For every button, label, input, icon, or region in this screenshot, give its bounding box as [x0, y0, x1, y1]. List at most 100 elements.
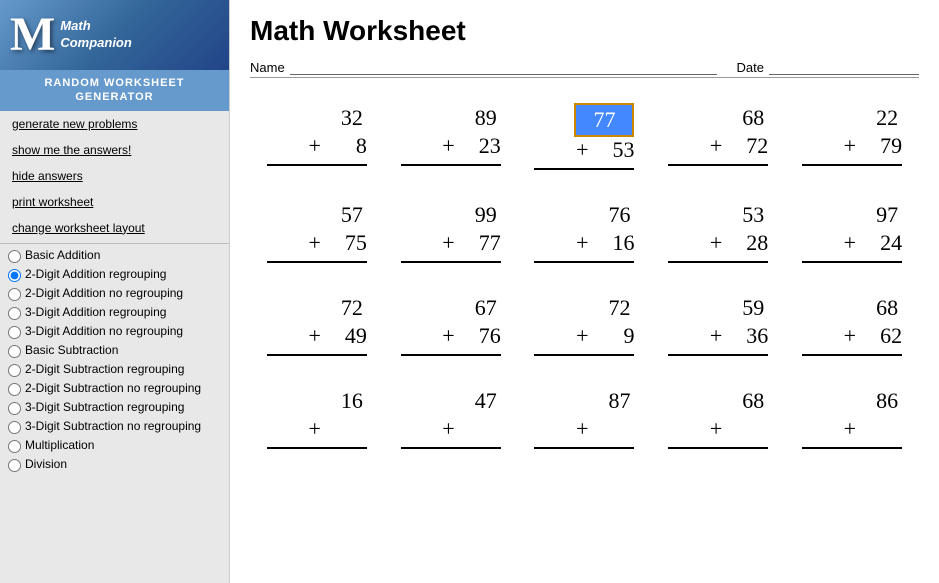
- problem-num: 79: [862, 133, 902, 159]
- op-sign: +: [844, 133, 856, 159]
- problem-top: 87: [574, 386, 634, 416]
- generate-link[interactable]: generate new problems: [0, 111, 229, 137]
- problem-num: 28: [728, 230, 768, 256]
- op-sign: +: [308, 323, 320, 349]
- radio-multiplication[interactable]: Multiplication: [0, 436, 229, 455]
- hide-answers-link[interactable]: hide answers: [0, 163, 229, 189]
- op-sign: +: [710, 133, 722, 159]
- problem-bottom: + 9: [576, 323, 634, 349]
- radio-2digit-add-regroup[interactable]: 2-Digit Addition regrouping: [0, 265, 229, 284]
- radio-2digit-sub-regroup-input[interactable]: [8, 364, 21, 377]
- radio-multiplication-input[interactable]: [8, 440, 21, 453]
- problem-3-1: 72 + 49: [267, 293, 367, 356]
- problem-bottom: + 8: [308, 133, 366, 159]
- problem-num: 23: [461, 133, 501, 159]
- show-answers-link[interactable]: show me the answers!: [0, 137, 229, 163]
- op-sign: +: [308, 416, 320, 442]
- sidebar: M Math Companion RANDOM WORKSHEET GENERA…: [0, 0, 230, 583]
- op-sign: +: [576, 137, 588, 163]
- problem-bottom: + 76: [442, 323, 500, 349]
- problem-bottom: + 79: [844, 133, 902, 159]
- problem-top: 99: [441, 200, 501, 230]
- radio-division-label: Division: [25, 457, 67, 471]
- problem-top: 89: [441, 103, 501, 133]
- problem-1-4: 68 + 72: [668, 103, 768, 170]
- radio-2digit-sub-no-regroup[interactable]: 2-Digit Subtraction no regrouping: [0, 379, 229, 398]
- logo-text-line1: Math: [60, 18, 132, 35]
- op-sign: +: [844, 323, 856, 349]
- radio-basic-subtraction[interactable]: Basic Subtraction: [0, 341, 229, 360]
- problem-num: 9: [594, 323, 634, 349]
- radio-division-input[interactable]: [8, 459, 21, 472]
- problem-2-3: 76 + 16: [534, 200, 634, 263]
- radio-basic-addition-input[interactable]: [8, 250, 21, 263]
- problem-top: 97: [842, 200, 902, 230]
- problem-num: 16: [594, 230, 634, 256]
- answer-line: [401, 162, 501, 166]
- radio-3digit-add-no-regroup[interactable]: 3-Digit Addition no regrouping: [0, 322, 229, 341]
- radio-basic-subtraction-input[interactable]: [8, 345, 21, 358]
- problem-1-2: 89 + 23: [401, 103, 501, 170]
- radio-3digit-sub-no-regroup-input[interactable]: [8, 421, 21, 434]
- problem-num: 49: [327, 323, 367, 349]
- radio-3digit-sub-regroup[interactable]: 3-Digit Subtraction regrouping: [0, 398, 229, 417]
- problem-top: 68: [708, 103, 768, 133]
- answer-line: [534, 166, 634, 170]
- sidebar-divider: [0, 243, 229, 244]
- answer-line: [401, 352, 501, 356]
- radio-division[interactable]: Division: [0, 455, 229, 474]
- problem-2-1: 57 + 75: [267, 200, 367, 263]
- problem-2-2: 99 + 77: [401, 200, 501, 263]
- problem-num: 75: [327, 230, 367, 256]
- problem-top: 32: [307, 103, 367, 133]
- radio-2digit-sub-regroup-label: 2-Digit Subtraction regrouping: [25, 362, 184, 376]
- radio-3digit-add-no-regroup-label: 3-Digit Addition no regrouping: [25, 324, 183, 338]
- problem-num: 72: [728, 133, 768, 159]
- radio-3digit-sub-regroup-label: 3-Digit Subtraction regrouping: [25, 400, 184, 414]
- problem-bottom: + 16: [576, 230, 634, 256]
- answer-line: [802, 259, 902, 263]
- radio-3digit-add-no-regroup-input[interactable]: [8, 326, 21, 339]
- date-line: [769, 57, 919, 75]
- radio-basic-addition[interactable]: Basic Addition: [0, 246, 229, 265]
- radio-2digit-add-no-regroup-input[interactable]: [8, 288, 21, 301]
- print-link[interactable]: print worksheet: [0, 189, 229, 215]
- problem-top: 86: [842, 386, 902, 416]
- radio-3digit-sub-no-regroup[interactable]: 3-Digit Subtraction no regrouping: [0, 417, 229, 436]
- radio-2digit-add-no-regroup-label: 2-Digit Addition no regrouping: [25, 286, 183, 300]
- problem-3-3: 72 + 9: [534, 293, 634, 356]
- generator-title: RANDOM WORKSHEET GENERATOR: [0, 70, 229, 111]
- problem-top: 72: [574, 293, 634, 323]
- name-date-row: Name Date: [250, 57, 919, 78]
- answer-line: [267, 352, 367, 356]
- radio-3digit-sub-no-regroup-label: 3-Digit Subtraction no regrouping: [25, 419, 201, 433]
- answer-line: [401, 445, 501, 449]
- logo-m-letter: M: [10, 11, 55, 59]
- radio-3digit-add-regroup[interactable]: 3-Digit Addition regrouping: [0, 303, 229, 322]
- answer-line: [534, 259, 634, 263]
- problem-bottom: + 49: [308, 323, 366, 349]
- op-sign: +: [844, 230, 856, 256]
- worksheet-title: Math Worksheet: [250, 15, 919, 47]
- radio-2digit-add-regroup-input[interactable]: [8, 269, 21, 282]
- problem-bottom: +: [576, 416, 634, 442]
- radio-multiplication-label: Multiplication: [25, 438, 94, 452]
- problem-top: 16: [307, 386, 367, 416]
- radio-3digit-add-regroup-input[interactable]: [8, 307, 21, 320]
- problem-2-4: 53 + 28: [668, 200, 768, 263]
- problem-top: 22: [842, 103, 902, 133]
- problem-4-5: 86 +: [802, 386, 902, 449]
- change-layout-link[interactable]: change worksheet layout: [0, 215, 229, 241]
- op-sign: +: [710, 230, 722, 256]
- radio-2digit-add-no-regroup[interactable]: 2-Digit Addition no regrouping: [0, 284, 229, 303]
- radio-2digit-sub-no-regroup-input[interactable]: [8, 383, 21, 396]
- op-sign: +: [442, 133, 454, 159]
- radio-3digit-sub-regroup-input[interactable]: [8, 402, 21, 415]
- logo-area: M Math Companion: [0, 0, 229, 70]
- op-sign: +: [710, 416, 722, 442]
- answer-line: [802, 162, 902, 166]
- problem-num: 53: [594, 137, 634, 163]
- problem-num: 62: [862, 323, 902, 349]
- problems-row-4: 16 + 47 + 87 + 68 +: [250, 386, 919, 449]
- radio-2digit-sub-regroup[interactable]: 2-Digit Subtraction regrouping: [0, 360, 229, 379]
